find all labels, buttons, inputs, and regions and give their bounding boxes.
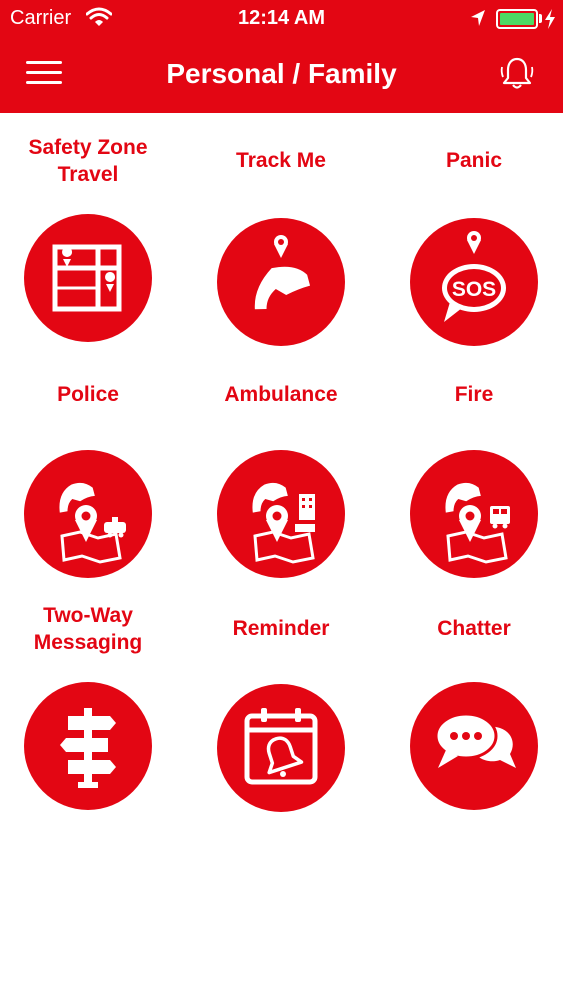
chat-bubbles-icon (410, 682, 538, 810)
status-bar: Carrier 12:14 AM (0, 0, 563, 38)
location-arrow-icon (471, 10, 485, 26)
fire-call-icon (410, 450, 538, 578)
svg-text:SOS: SOS (452, 278, 496, 301)
tile-label: Chatter (437, 617, 511, 640)
tile-label: Reminder (232, 617, 330, 640)
charging-bolt-icon (545, 9, 555, 29)
calendar-bell-icon (217, 684, 345, 812)
tile-label: Two-Way Messaging (33, 604, 143, 654)
tile-label: Police (57, 383, 119, 406)
page-title: Personal / Family (166, 58, 397, 89)
tile-label: Panic (445, 149, 503, 172)
tile-label: Safety Zone Travel (28, 136, 148, 186)
signpost-icon (24, 682, 152, 810)
tile-label: Fire (454, 383, 494, 406)
bell-icon[interactable] (497, 54, 537, 94)
police-call-icon (24, 450, 152, 578)
top-bar: Carrier 12:14 AM Personal / Family (0, 0, 563, 113)
ambulance-call-icon (217, 450, 345, 578)
tile-label: Track Me (236, 149, 326, 172)
map-zone-icon (24, 214, 152, 342)
sos-bubble-icon: SOS (410, 218, 538, 346)
battery-tip (539, 14, 542, 23)
tile-label: Ambulance (224, 383, 338, 406)
phone-location-icon (217, 218, 345, 346)
battery-icon (496, 9, 538, 29)
